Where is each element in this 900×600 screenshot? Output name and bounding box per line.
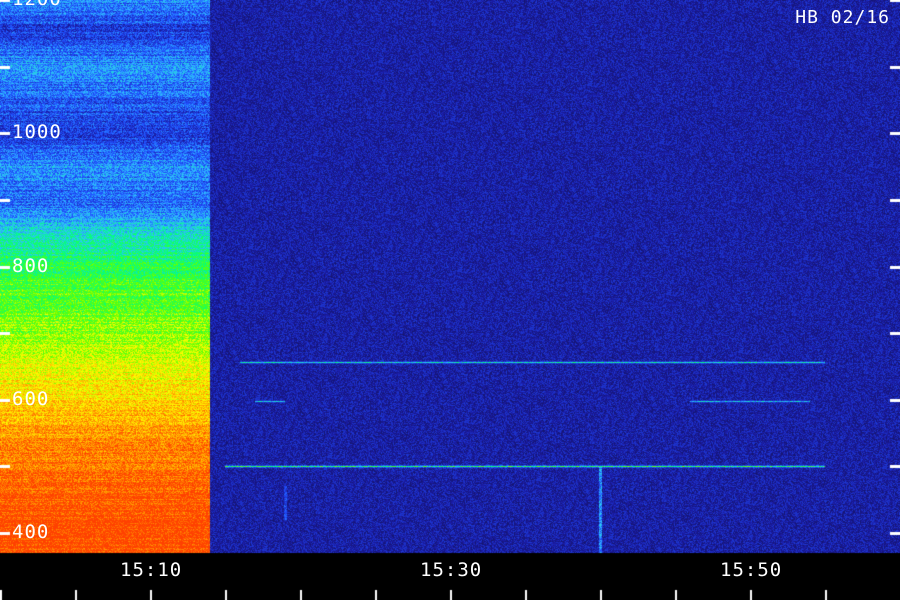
y-tick-label: 1200 [12, 0, 62, 9]
y-tick-label: 800 [12, 254, 50, 277]
y-tick-label: 1000 [12, 121, 62, 144]
station-date-badge: HB 02/16 [795, 7, 890, 28]
x-tick-label: 15:10 [120, 559, 183, 581]
x-tick-label: 15:50 [720, 559, 783, 581]
spectrogram-plot [0, 0, 900, 600]
x-tick-label: 15:30 [420, 559, 483, 581]
y-tick-label: 400 [12, 521, 50, 543]
y-tick-label: 600 [12, 387, 50, 410]
